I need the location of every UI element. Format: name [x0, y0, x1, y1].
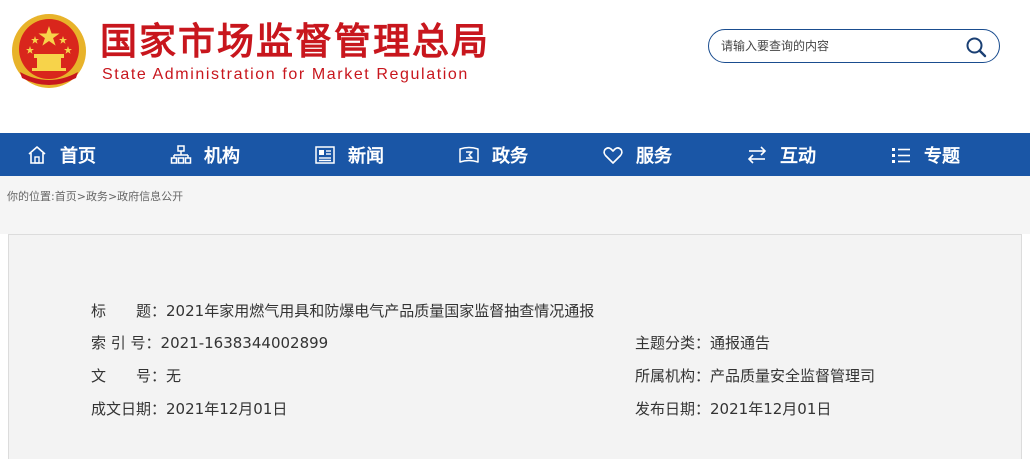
org-chart-icon: [170, 144, 192, 164]
nav-item-news[interactable]: 新闻: [288, 133, 432, 176]
breadcrumb-inner: 你的位置:首页>政务>政府信息公开: [7, 188, 183, 204]
nav-label-interaction: 互动: [780, 145, 816, 167]
nav-label-topic: 专题: [924, 145, 960, 167]
info-created-row: 成文日期：2021年12月01日: [91, 399, 287, 419]
national-emblem-icon[interactable]: [10, 12, 88, 90]
nav-label-service: 服务: [636, 145, 672, 167]
search-icon[interactable]: [965, 36, 987, 58]
breadcrumb-info-disclosure[interactable]: 政府信息公开: [117, 190, 183, 203]
info-title-row: 标 题：2021年家用燃气用具和防爆电气产品质量国家监督抽查情况通报: [91, 301, 594, 321]
nav-item-home[interactable]: 首页: [0, 133, 144, 176]
site-title-cn[interactable]: 国家市场监督管理总局: [100, 20, 490, 64]
nav-item-topic[interactable]: 专题: [864, 133, 1008, 176]
newspaper-icon: [315, 145, 335, 164]
info-title-value: 2021年家用燃气用具和防爆电气产品质量国家监督抽查情况通报: [166, 302, 595, 320]
info-topic-label: 主题分类：: [635, 334, 711, 352]
info-index-value: 2021-1638344002899: [160, 334, 329, 352]
heart-icon: [603, 146, 623, 164]
nav-label-org: 机构: [204, 145, 240, 167]
breadcrumb-prefix: 你的位置:: [7, 190, 55, 203]
exchange-arrows-icon: [747, 145, 767, 164]
info-index-label: 索 引 号：: [91, 334, 161, 352]
search-input[interactable]: [721, 30, 961, 62]
nav-item-service[interactable]: 服务: [576, 133, 720, 176]
search-box: [708, 29, 1000, 63]
info-published-value: 2021年12月01日: [710, 400, 832, 418]
info-org-label: 所属机构：: [635, 367, 711, 385]
breadcrumb: 你的位置:首页>政务>政府信息公开: [0, 176, 1030, 234]
site-header: 国家市场监督管理总局 State Administration for Mark…: [0, 0, 1030, 133]
info-docno-value: 无: [166, 367, 182, 385]
main-nav: 首页 机构 新闻 政务 服务 互动 专题: [0, 133, 1030, 176]
breadcrumb-separator: >: [107, 190, 118, 203]
home-icon: [28, 145, 46, 164]
nav-item-interaction[interactable]: 互动: [720, 133, 864, 176]
breadcrumb-separator: >: [76, 190, 86, 203]
site-title-en: State Administration for Market Regulati…: [102, 66, 469, 83]
info-created-value: 2021年12月01日: [166, 400, 288, 418]
nav-item-government[interactable]: 政务: [432, 133, 576, 176]
info-org-value: 产品质量安全监督管理司: [710, 367, 876, 385]
nav-label-home: 首页: [60, 145, 96, 167]
nav-label-government: 政务: [492, 145, 528, 167]
document-info-panel: 标 题：2021年家用燃气用具和防爆电气产品质量国家监督抽查情况通报 索 引 号…: [8, 234, 1022, 459]
info-topic-row: 主题分类：通报通告: [635, 333, 770, 353]
nav-item-org[interactable]: 机构: [144, 133, 288, 176]
info-title-label: 标 题：: [91, 302, 167, 320]
info-docno-label: 文 号：: [91, 367, 167, 385]
info-created-label: 成文日期：: [91, 400, 167, 418]
info-topic-value: 通报通告: [710, 334, 771, 352]
info-org-row: 所属机构：产品质量安全监督管理司: [635, 366, 875, 386]
nav-label-news: 新闻: [348, 145, 384, 167]
info-published-row: 发布日期：2021年12月01日: [635, 399, 831, 419]
info-published-label: 发布日期：: [635, 400, 711, 418]
info-index-row: 索 引 号：2021-1638344002899: [91, 333, 328, 353]
topic-list-icon: [892, 147, 910, 163]
breadcrumb-government[interactable]: 政务: [86, 190, 108, 203]
info-docno-row: 文 号：无: [91, 366, 181, 386]
government-icon: [459, 146, 479, 163]
breadcrumb-home[interactable]: 首页: [55, 190, 77, 203]
